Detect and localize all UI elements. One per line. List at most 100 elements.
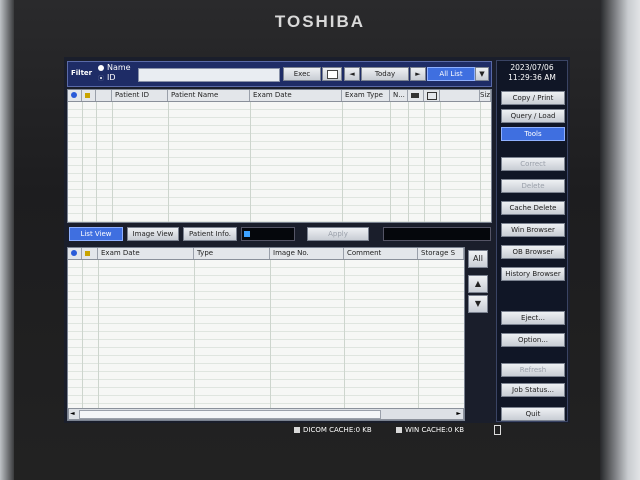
date-text: 2023/07/06	[510, 63, 554, 72]
select-all-icon[interactable]	[68, 90, 82, 101]
grid-line	[194, 260, 195, 408]
col-comment[interactable]: Comment	[344, 248, 418, 259]
horizontal-scrollbar[interactable]: ◄ ►	[68, 408, 464, 420]
col-exam-type[interactable]: Exam Type	[342, 90, 390, 101]
win-cache-icon	[396, 427, 402, 433]
radio-id[interactable]: ID	[98, 73, 116, 82]
win-cache-status: WIN CACHE:0 KB	[396, 426, 464, 434]
col-patient-id[interactable]: Patient ID	[112, 90, 168, 101]
all-list-dropdown[interactable]: ▼	[475, 67, 489, 81]
col-size-spacer	[440, 90, 480, 101]
scroll-right-button[interactable]: ►	[456, 409, 461, 419]
filter-input[interactable]	[138, 68, 280, 82]
film-icon	[424, 90, 440, 101]
grid-line	[390, 102, 391, 222]
history-browser-button[interactable]: History Browser	[501, 267, 565, 281]
all-button[interactable]: All	[468, 250, 488, 268]
job-status-button[interactable]: Job Status...	[501, 383, 565, 397]
grid-line	[270, 260, 271, 408]
screen: Filter Name ID Exec ◄ Today ► All List ▼…	[64, 57, 570, 435]
col-image-no[interactable]: Image No.	[270, 248, 344, 259]
calendar-icon	[326, 70, 338, 79]
info-field	[383, 227, 491, 241]
trash-icon[interactable]	[494, 425, 501, 437]
camera-icon	[408, 90, 424, 101]
patient-table-header: Patient ID Patient Name Exam Date Exam T…	[68, 90, 491, 102]
col-storage[interactable]: Storage S	[418, 248, 464, 259]
tab-list-view[interactable]: List View	[69, 227, 123, 241]
col-exam-date[interactable]: Exam Date	[250, 90, 342, 101]
move-up-button[interactable]: ▲	[468, 275, 488, 293]
eject-button[interactable]: Eject...	[501, 311, 565, 325]
radio-name[interactable]: Name	[98, 63, 131, 72]
lock-icon	[82, 90, 96, 101]
lock-icon	[82, 248, 98, 259]
grid-line	[418, 260, 419, 408]
scroll-thumb[interactable]	[79, 410, 381, 419]
grid-line	[250, 102, 251, 222]
grid-line	[112, 102, 113, 222]
all-list-select[interactable]: All List	[427, 67, 475, 81]
exam-table[interactable]: Exam Date Type Image No. Comment Storage…	[67, 247, 465, 421]
radio-name-label: Name	[107, 63, 131, 72]
cache-delete-button[interactable]: Cache Delete	[501, 201, 565, 215]
next-day-button[interactable]: ►	[410, 67, 426, 81]
copy-print-button[interactable]: Copy / Print	[501, 91, 565, 105]
grid-line	[96, 102, 97, 222]
grid-line	[82, 102, 83, 222]
col-exam-date[interactable]: Exam Date	[98, 248, 194, 259]
query-load-button[interactable]: Query / Load	[501, 109, 565, 123]
exec-button[interactable]: Exec	[283, 67, 321, 81]
quit-button[interactable]: Quit	[501, 407, 565, 421]
patient-table[interactable]: Patient ID Patient Name Exam Date Exam T…	[67, 89, 492, 223]
radio-id-label: ID	[107, 73, 116, 82]
indicator-icon	[244, 231, 250, 237]
grid-line	[168, 102, 169, 222]
grid-line	[98, 260, 99, 408]
dicom-cache-icon	[294, 427, 300, 433]
tab-patient-info[interactable]: Patient Info.	[183, 227, 237, 241]
col-n[interactable]: N...	[390, 90, 408, 101]
dicom-cache-status: DICOM CACHE:0 KB	[294, 426, 372, 434]
today-button[interactable]: Today	[361, 67, 409, 81]
radio-dot-icon	[98, 64, 104, 71]
col-patient-name[interactable]: Patient Name	[168, 90, 250, 101]
calendar-button[interactable]	[322, 67, 342, 81]
option-button[interactable]: Option...	[501, 333, 565, 347]
move-down-button[interactable]: ▼	[468, 295, 488, 313]
filter-label: Filter	[71, 69, 93, 77]
bezel-edge-left	[0, 0, 14, 480]
exam-table-body[interactable]	[68, 260, 464, 408]
status-indicator	[241, 227, 295, 241]
prev-day-button[interactable]: ◄	[344, 67, 360, 81]
apply-button[interactable]: Apply	[307, 227, 369, 241]
scroll-left-button[interactable]: ◄	[70, 409, 75, 419]
radio-dot-selected-icon	[98, 74, 104, 81]
col-size[interactable]: Size	[480, 90, 491, 101]
grid-line	[440, 102, 441, 222]
dicom-cache-text: DICOM CACHE:0 KB	[303, 426, 372, 434]
view-tabs: List View Image View Patient Info. Apply	[67, 227, 491, 241]
bezel-edge-right	[600, 0, 640, 480]
refresh-button[interactable]: Refresh	[501, 363, 565, 377]
win-cache-text: WIN CACHE:0 KB	[405, 426, 465, 434]
time-text: 11:29:36 AM	[508, 73, 556, 82]
tab-image-view[interactable]: Image View	[127, 227, 179, 241]
datetime-display: 2023/07/06 11:29:36 AM	[497, 63, 567, 83]
col-blank	[96, 90, 112, 101]
delete-button[interactable]: Delete	[501, 179, 565, 193]
brand-logo: TOSHIBA	[274, 12, 366, 31]
col-type[interactable]: Type	[194, 248, 270, 259]
grid-line	[480, 102, 481, 222]
exam-table-header: Exam Date Type Image No. Comment Storage…	[68, 248, 464, 260]
select-all-icon[interactable]	[68, 248, 82, 259]
correct-button[interactable]: Correct	[501, 157, 565, 171]
grid-line	[408, 102, 409, 222]
ob-browser-button[interactable]: OB Browser	[501, 245, 565, 259]
side-panel: 2023/07/06 11:29:36 AM Copy / Print Quer…	[496, 60, 568, 422]
tools-button[interactable]: Tools	[501, 127, 565, 141]
patient-table-body[interactable]	[68, 102, 491, 222]
filter-bar: Filter Name ID Exec ◄ Today ► All List ▼	[67, 61, 492, 87]
grid-line	[82, 260, 83, 408]
win-browser-button[interactable]: Win Browser	[501, 223, 565, 237]
